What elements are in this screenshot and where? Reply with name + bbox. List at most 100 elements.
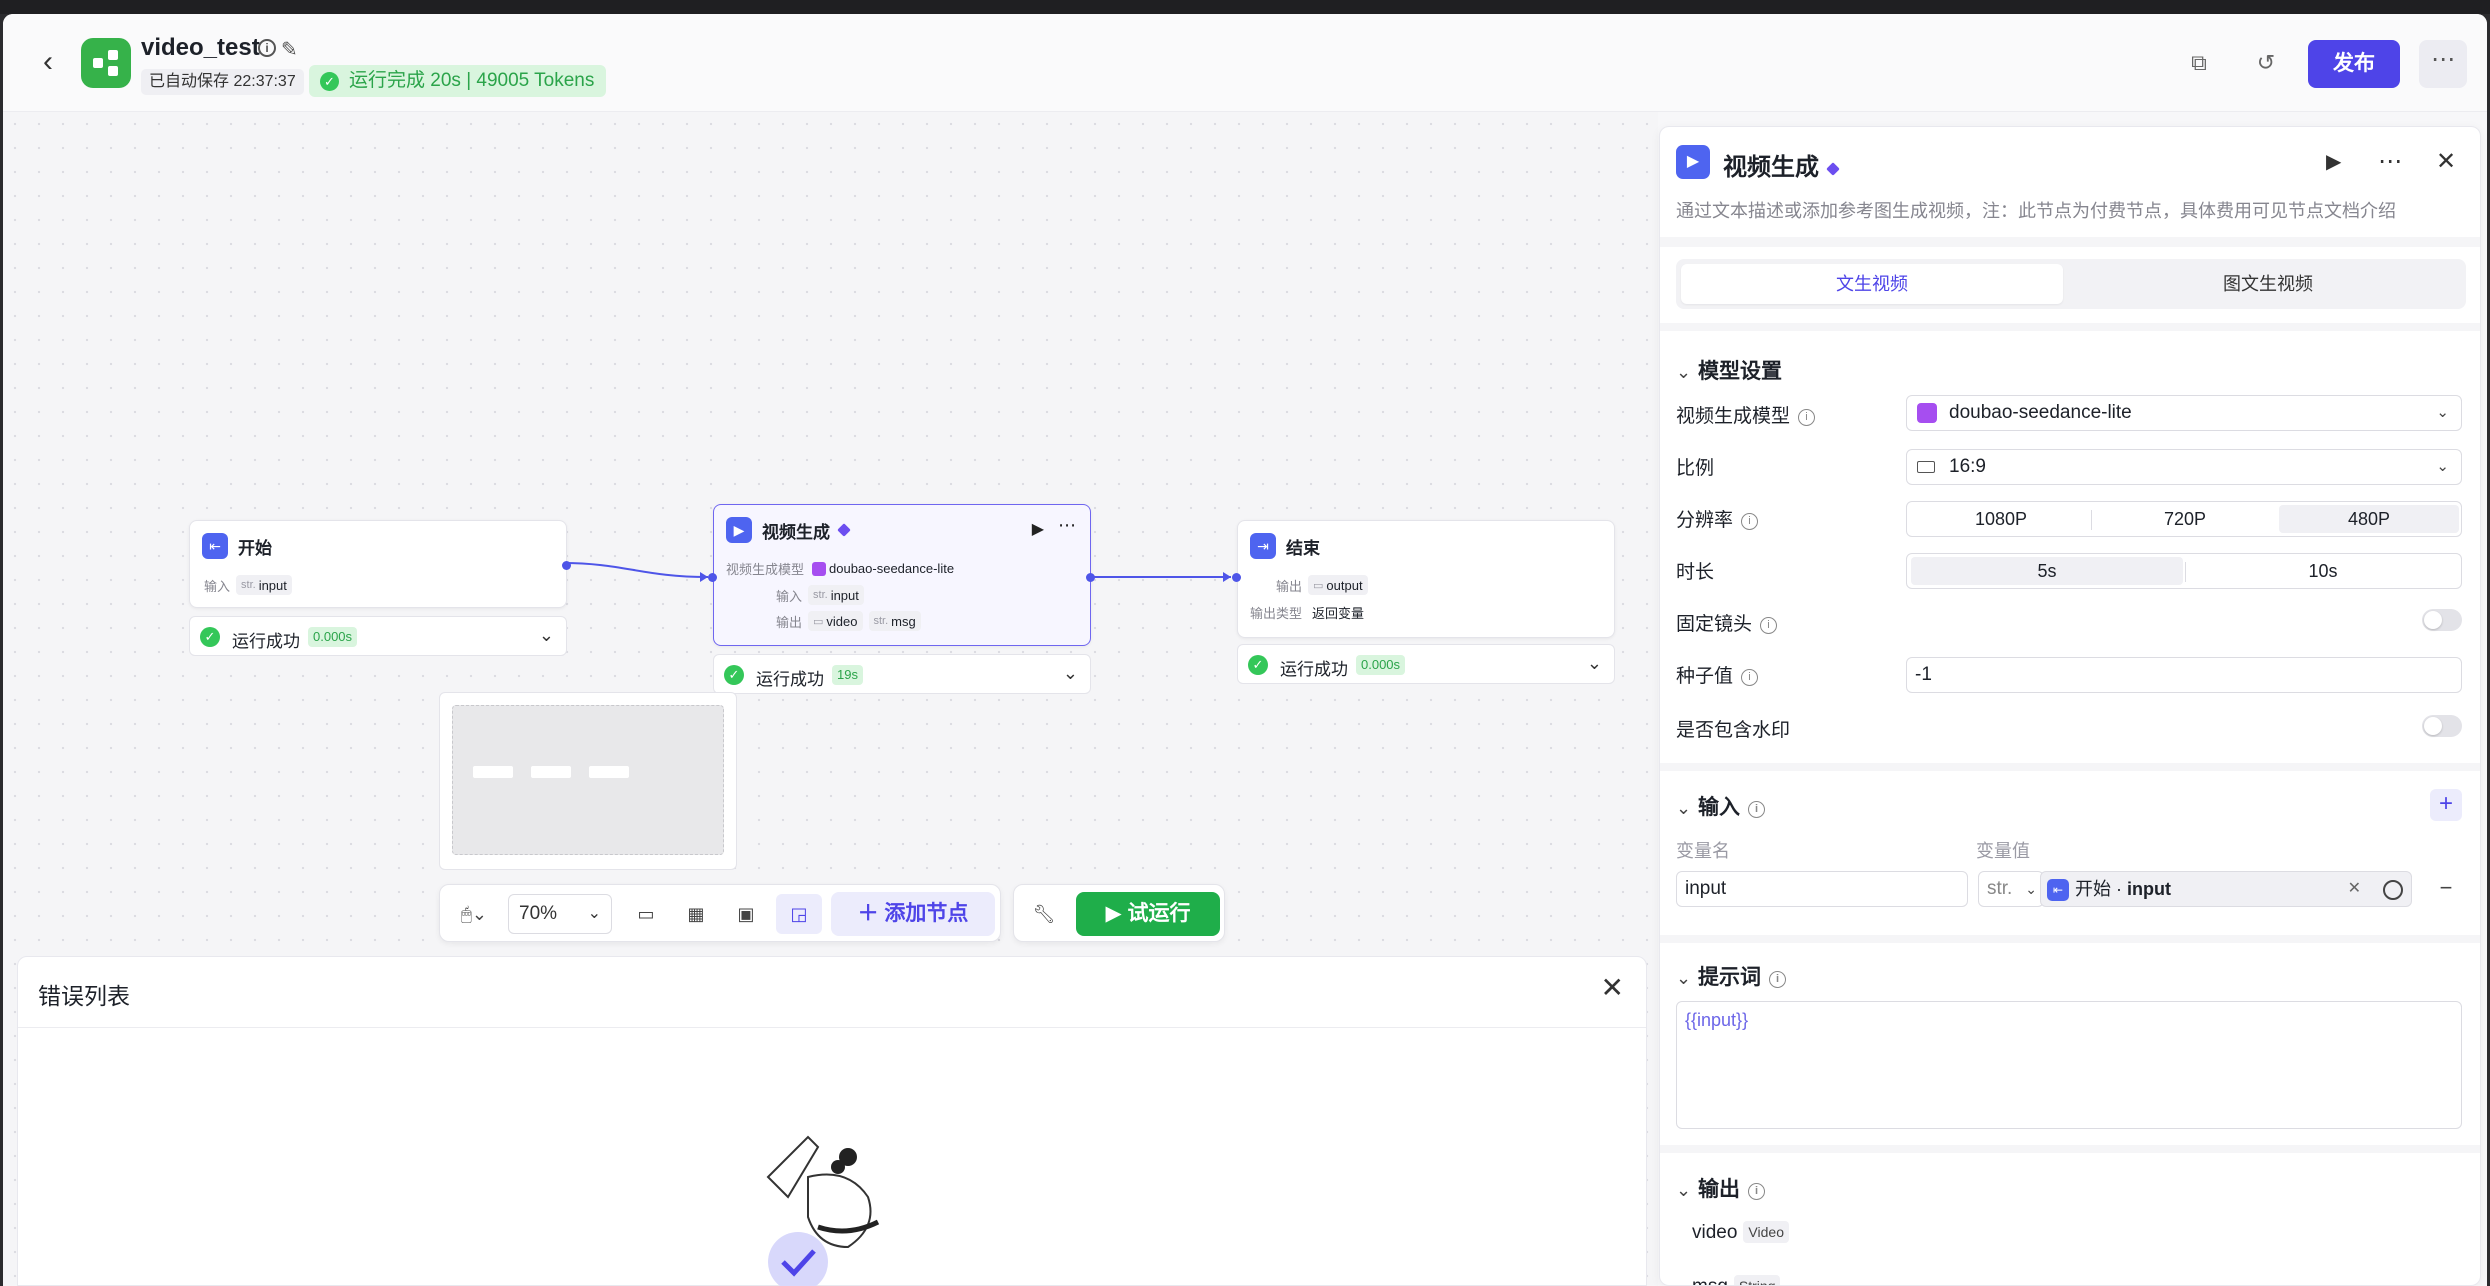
mode-tabs: 文生视频 图文生视频 [1676,259,2466,309]
row-label: 输入 [776,588,803,604]
chevron-down-icon: ⌄ [587,905,601,922]
close-icon[interactable]: ✕ [1601,971,1624,1004]
resolution-option-480p[interactable]: 480P [2279,505,2459,533]
tab-text-to-video[interactable]: 文生视频 [1681,264,2063,304]
help-icon[interactable]: i [1741,669,1759,686]
image-icon[interactable]: ▣ [726,894,766,934]
help-icon[interactable]: i [1748,801,1765,818]
var-chip: ▭ output [1308,575,1368,595]
watermark-toggle[interactable] [2422,715,2462,737]
input-section-title[interactable]: ⌄ 输入 i [1676,791,1765,821]
divider [2185,562,2186,582]
node-model-row: 视频生成模型 doubao-seedance-lite [726,559,954,578]
edit-icon[interactable]: ✎ [281,37,298,62]
chevron-down-icon: ⌄ [538,625,554,645]
minimap[interactable] [439,692,737,870]
node-video-gen[interactable]: ▶ 视频生成 ▶ ⋯ 视频生成模型 doubao-seedance-lite 输… [708,504,1095,646]
play-icon: ▶ [1105,902,1128,925]
back-icon[interactable]: ‹ [33,47,63,78]
var-type-select[interactable]: str. ⌄ [1978,871,2044,907]
resolution-option-1080p[interactable]: 1080P [1911,505,2091,533]
workflow-canvas[interactable]: ⇤ 开始 输入 str. input ✓ 运行成功 0.000s ⌄ ▶ 视频生成… [3,112,1658,1286]
var-reference[interactable]: ⇤ 开始 · input ✕ [2040,871,2412,907]
more-icon[interactable]: ⋯ [2378,147,2402,176]
output-item: video Video [1692,1221,1789,1244]
node-header: ▶ 视频生成 [726,517,851,543]
trial-run-button[interactable]: ▶ 试运行 [1076,892,1220,936]
add-input-button[interactable]: + [2430,789,2462,821]
col-var-value: 变量值 [1976,841,2030,861]
help-icon[interactable]: i [1798,409,1816,426]
input-port[interactable] [1232,573,1241,582]
remove-input-icon[interactable]: − [2430,871,2462,907]
ref-text: 开始 · input [2075,879,2172,899]
model-value: doubao-seedance-lite [1949,402,2132,423]
help-icon[interactable]: i [1760,617,1778,634]
minimap-toggle-icon[interactable]: ◲ [776,894,822,934]
help-icon[interactable]: i [1748,1183,1765,1200]
node-output-type-row: 输出类型 返回变量 [1250,603,1364,622]
help-icon[interactable]: i [1769,971,1786,988]
more-menu-button[interactable]: ⋯ [2419,40,2467,88]
check-icon: ✓ [320,72,339,91]
row-label: 输入 [204,578,231,594]
status-time: 0.000s [308,627,358,647]
info-icon[interactable]: i [258,39,276,57]
resolution-option-720p[interactable]: 720P [2095,505,2275,533]
fixed-camera-toggle[interactable] [2422,609,2462,631]
node-run-status[interactable]: ✓ 运行成功 0.000s ⌄ [189,616,567,656]
ratio-value: 16:9 [1949,456,1986,477]
node-title: 开始 [238,538,272,558]
node-title: 结束 [1286,538,1320,558]
node-run-status[interactable]: ✓ 运行成功 0.000s ⌄ [1237,644,1615,684]
node-start[interactable]: ⇤ 开始 输入 str. input [189,520,571,608]
duration-option-10s[interactable]: 10s [2187,557,2459,585]
zoom-select[interactable]: 70% ⌄ [508,894,612,934]
prompt-section-title[interactable]: ⌄ 提示词 i [1676,961,1786,991]
edge-arrow [1223,572,1231,582]
add-node-label: 添加节点 [884,902,969,925]
duration-option-5s[interactable]: 5s [1911,557,2183,585]
output-section-title[interactable]: ⌄ 输出 i [1676,1173,1765,1203]
wrench-icon[interactable]: 🔧︎ [1024,894,1064,934]
node-run-status[interactable]: ✓ 运行成功 19s ⌄ [713,654,1091,694]
close-icon[interactable]: ✕ [2436,147,2456,176]
chevron-down-icon: ⌄ [2025,881,2037,897]
app-window: ‹ video_test i ✎ 已自动保存 22:37:37 ✓ 运行完成 2… [3,14,2487,1286]
window-top-strip [0,0,2490,14]
ratio-select[interactable]: 16:9 ⌄ [1906,449,2462,485]
history-icon[interactable]: ↺ [2253,50,2279,76]
play-icon[interactable]: ▶ [2326,149,2341,174]
plus-icon: ＋ [857,902,885,925]
seed-input[interactable]: -1 [1906,657,2462,693]
output-port[interactable] [1086,573,1095,582]
tab-image-to-video[interactable]: 图文生视频 [2077,264,2459,304]
target-icon[interactable] [2383,880,2403,900]
video-icon: ▶ [1676,145,1710,179]
output-port[interactable] [562,561,571,570]
minimap-node [531,766,571,778]
node-config-panel: ▶ 视频生成 ▶ ⋯ ✕ 通过文本描述或添加参考图生成视频，注：此节点为付费节点… [1659,126,2481,1286]
add-node-button[interactable]: ＋ 添加节点 [831,892,995,936]
node-header: ⇤ 开始 [202,533,272,559]
help-icon[interactable]: i [1741,513,1759,530]
model-section-title[interactable]: ⌄ 模型设置 [1676,355,1782,385]
layout-icon[interactable]: ▦ [676,894,716,934]
divider [1660,1145,2480,1153]
node-end[interactable]: ⇥ 结束 输出 ▭ output 输出类型 返回变量 [1232,520,1615,638]
var-name-input[interactable]: input [1676,871,1968,907]
model-name: doubao-seedance-lite [829,561,955,576]
copy-icon[interactable]: ⧉ [2186,50,2212,76]
publish-button[interactable]: 发布 [2308,40,2400,88]
node-input-row: 输入 str. input [204,575,292,595]
input-port[interactable] [708,573,717,582]
prompt-textarea[interactable]: {{input}} [1676,1001,2462,1129]
mouse-mode-icon[interactable]: 🖱︎⌄ [450,894,498,934]
more-icon[interactable]: ⋯ [1058,515,1076,536]
minimap-viewport[interactable] [452,705,724,855]
comment-icon[interactable]: ▭ [626,894,666,934]
model-select[interactable]: doubao-seedance-lite ⌄ [1906,395,2462,431]
play-icon[interactable]: ▶ [1032,519,1044,539]
var-chip: ▭ video [808,611,863,631]
clear-icon[interactable]: ✕ [2348,872,2361,906]
